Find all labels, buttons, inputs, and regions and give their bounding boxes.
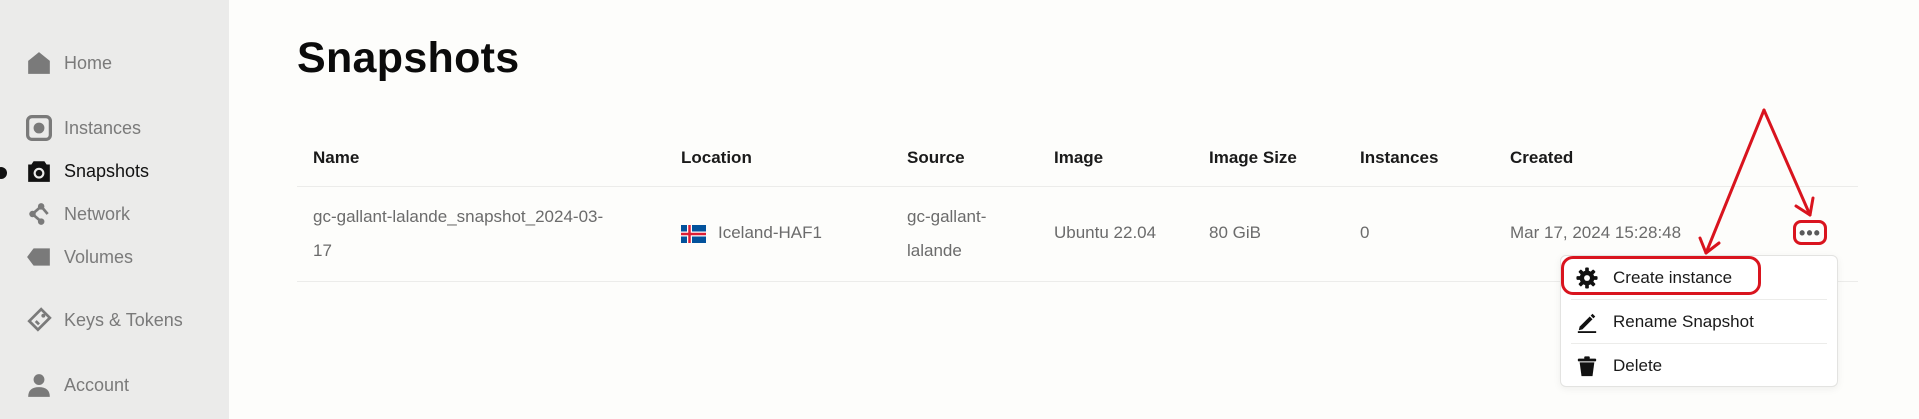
- page-title: Snapshots: [297, 34, 520, 82]
- table-header: Name Location Source Image Image Size In…: [297, 140, 1858, 187]
- instances-cell: 0: [1360, 223, 1370, 242]
- menu-item-label: Delete: [1613, 356, 1663, 375]
- more-actions-button[interactable]: •••: [1793, 220, 1827, 245]
- key-tag-icon: [24, 305, 54, 335]
- home-icon: [24, 48, 54, 78]
- sidebar: Home Instances Snapshots Network Volumes…: [0, 0, 229, 419]
- column-header-created[interactable]: Created: [1510, 148, 1573, 168]
- menu-item-label: Create instance: [1613, 268, 1733, 287]
- menu-item-create-instance[interactable]: Create instance: [1561, 256, 1837, 300]
- sidebar-item-label: Account: [64, 374, 130, 395]
- sidebar-item-label: Instances: [64, 117, 142, 138]
- camera-icon: [24, 156, 54, 186]
- menu-item-rename-snapshot[interactable]: Rename Snapshot: [1561, 300, 1837, 344]
- image-cell: Ubuntu 22.04: [1054, 223, 1157, 242]
- column-header-source[interactable]: Source: [907, 148, 965, 168]
- sidebar-item-volumes[interactable]: Volumes: [24, 242, 133, 272]
- iceland-flag-icon: [681, 224, 706, 243]
- network-icon: [24, 199, 54, 229]
- sidebar-item-account[interactable]: Account: [24, 370, 129, 400]
- sidebar-item-label: Keys & Tokens: [64, 309, 183, 330]
- sidebar-item-keys-tokens[interactable]: Keys & Tokens: [24, 305, 183, 335]
- created-cell: Mar 17, 2024 15:28:48: [1510, 223, 1682, 242]
- sidebar-item-home[interactable]: Home: [24, 48, 112, 78]
- column-header-location[interactable]: Location: [681, 148, 752, 168]
- column-header-name[interactable]: Name: [313, 148, 359, 168]
- active-indicator: [0, 167, 7, 179]
- sidebar-item-label: Volumes: [64, 246, 134, 267]
- column-header-image[interactable]: Image: [1054, 148, 1103, 168]
- snapshot-name-line: 17: [313, 241, 332, 260]
- sidebar-item-label: Snapshots: [64, 160, 150, 181]
- location-cell: Iceland-HAF1: [681, 216, 822, 250]
- source-line: lalande: [907, 241, 962, 260]
- user-icon: [24, 370, 54, 400]
- menu-item-delete[interactable]: Delete: [1561, 344, 1837, 388]
- source-cell: gc-gallant- lalande: [907, 200, 986, 268]
- snapshot-name-line: gc-gallant-lalande_snapshot_2024-03-: [313, 207, 604, 226]
- sidebar-item-instances[interactable]: Instances: [24, 113, 141, 143]
- trash-icon: [1575, 354, 1599, 378]
- menu-item-label: Rename Snapshot: [1613, 312, 1754, 331]
- column-header-instances[interactable]: Instances: [1360, 148, 1438, 168]
- source-line: gc-gallant-: [907, 207, 987, 226]
- tag-icon: [24, 242, 54, 272]
- sidebar-item-label: Home: [64, 52, 113, 73]
- gear-icon: [1575, 266, 1599, 290]
- column-header-image-size[interactable]: Image Size: [1209, 148, 1297, 168]
- instances-icon: [24, 113, 54, 143]
- sidebar-item-snapshots[interactable]: Snapshots: [24, 156, 149, 186]
- pencil-icon: [1575, 310, 1599, 334]
- sidebar-item-label: Network: [64, 203, 131, 224]
- location-label: Iceland-HAF1: [718, 223, 822, 242]
- snapshot-name-cell: gc-gallant-lalande_snapshot_2024-03- 17: [313, 200, 603, 268]
- sidebar-item-network[interactable]: Network: [24, 199, 130, 229]
- actions-dropdown-menu: Create instance Rename Snapshot Delete: [1560, 255, 1838, 387]
- image-size-cell: 80 GiB: [1209, 223, 1261, 242]
